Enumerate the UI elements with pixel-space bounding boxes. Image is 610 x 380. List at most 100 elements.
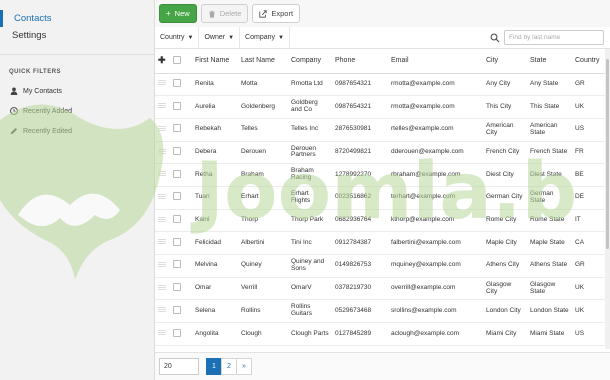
drag-handle-icon[interactable] xyxy=(158,125,166,131)
table-row[interactable]: Melvina Quiney Quiney and Sons 0149826753 mq… xyxy=(155,254,605,278)
country-filter-dropdown[interactable]: Country ▼ xyxy=(155,26,200,49)
search-input[interactable] xyxy=(504,30,604,45)
table-row[interactable]: Renita Motta Rmotta Ltd 0987654321 rmotta@ex… xyxy=(155,73,605,97)
select-all-checkbox[interactable] xyxy=(173,55,181,64)
drag-handle-icon[interactable] xyxy=(158,330,166,335)
drag-handle-icon[interactable] xyxy=(158,239,166,245)
column-header[interactable]: Company xyxy=(288,49,332,74)
table-cell: OmarV xyxy=(288,277,332,301)
row-checkbox[interactable] xyxy=(173,305,181,314)
table-cell: UK xyxy=(572,95,605,119)
column-header[interactable]: Last Name xyxy=(238,49,288,74)
table-row[interactable]: Kaini Thorp Thorp Park 0682936764 kthorp@exa… xyxy=(155,209,605,233)
table-cell: Rebekah xyxy=(192,118,238,142)
drag-handle-icon[interactable] xyxy=(158,284,166,290)
filter-recently-edited[interactable]: Recently Edited xyxy=(0,121,154,141)
table-cell: Motta xyxy=(238,73,288,97)
search-icon[interactable] xyxy=(490,33,500,43)
table-cell: 0127845289 xyxy=(332,322,388,346)
drag-handle-icon[interactable] xyxy=(158,80,166,86)
table-cell: French State xyxy=(527,141,572,165)
table-cell: DE xyxy=(572,186,605,210)
row-checkbox[interactable] xyxy=(173,169,181,178)
table-cell: FR xyxy=(572,141,605,165)
table-cell: Renita xyxy=(192,73,238,97)
table-cell: Goldberg and Co xyxy=(288,95,332,119)
table-cell: GR xyxy=(572,73,605,97)
export-button[interactable]: Export xyxy=(252,4,301,23)
drag-handle-icon[interactable] xyxy=(158,171,166,177)
row-checkbox[interactable] xyxy=(173,328,181,337)
table-cell: Maple State xyxy=(527,231,572,255)
sidebar-item-settings[interactable]: Settings xyxy=(0,27,154,44)
drag-handle-cell xyxy=(155,345,170,349)
row-checkbox[interactable] xyxy=(173,283,181,292)
filter-my-contacts[interactable]: My Contacts xyxy=(0,81,154,101)
row-checkbox[interactable] xyxy=(173,78,181,87)
drag-handle-icon[interactable] xyxy=(158,103,166,109)
row-checkbox[interactable] xyxy=(173,147,181,155)
drag-handle-icon[interactable] xyxy=(158,216,166,222)
drag-handle-icon[interactable] xyxy=(158,193,166,199)
column-header[interactable]: Email xyxy=(388,49,483,74)
table-row[interactable]: Ardel HawaiiHawaii xyxy=(155,345,605,349)
table-cell: German City xyxy=(483,186,527,210)
table-cell: Braham xyxy=(238,163,288,187)
page-size-select[interactable]: 20 xyxy=(159,358,199,375)
table-cell: rmotta@example.com xyxy=(388,95,483,119)
column-header[interactable]: State xyxy=(527,49,572,74)
table-row[interactable]: Omar Verrill OmarV 0378219730 overrill@examp… xyxy=(155,277,605,301)
page-button[interactable]: 1 xyxy=(206,358,222,375)
table-row[interactable]: Felicidad Albertini Tini Inc 0912784387 falb… xyxy=(155,231,605,255)
filter-recently-added[interactable]: Recently Added xyxy=(0,101,154,121)
sidebar-item-contacts[interactable]: Contacts xyxy=(0,10,154,27)
table-cell: Diest State xyxy=(527,163,572,187)
table-cell: Telles xyxy=(238,118,288,142)
table-cell: 8720499821 xyxy=(332,141,388,165)
contacts-table: ✚ First Name Last Name Company Phone Ema… xyxy=(155,49,605,349)
page-button[interactable]: 2 xyxy=(221,358,237,375)
table-scrollbar[interactable] xyxy=(605,49,610,349)
row-select-cell xyxy=(170,186,192,210)
table-cell: Miami City xyxy=(483,322,527,346)
row-checkbox[interactable] xyxy=(173,215,181,224)
owner-filter-dropdown[interactable]: Owner ▼ xyxy=(199,26,241,49)
table-row[interactable]: Debera Derouen Derouen Partners 8720499821 d… xyxy=(155,141,605,165)
table-cell: Glasgow City xyxy=(483,277,527,301)
new-button[interactable]: + New xyxy=(159,4,197,23)
clock-icon xyxy=(9,107,18,116)
company-filter-dropdown[interactable]: Company ▼ xyxy=(240,26,290,49)
table-cell: Hawaii xyxy=(483,345,527,349)
table-row[interactable]: Rebekah Telles Telles Inc 2876530981 rtelles… xyxy=(155,118,605,142)
table-row[interactable]: Tuan Erhart Erhart Flights 0023516862 terhar… xyxy=(155,186,605,210)
table-cell: Kaini xyxy=(192,209,238,233)
table-cell: Rmotta Ltd xyxy=(288,73,332,97)
row-checkbox[interactable] xyxy=(173,260,181,269)
table-row[interactable]: Angolita Clough Clough Parts 0127845289 aclo… xyxy=(155,322,605,346)
drag-handle-icon[interactable] xyxy=(158,307,166,313)
column-header[interactable]: First Name xyxy=(192,49,238,74)
user-icon xyxy=(9,87,18,96)
column-header[interactable]: City xyxy=(483,49,527,74)
delete-label: Delete xyxy=(219,9,242,18)
column-header[interactable]: Phone xyxy=(332,49,388,74)
row-checkbox[interactable] xyxy=(173,192,181,201)
row-checkbox[interactable] xyxy=(173,124,181,133)
column-header[interactable]: Country xyxy=(572,49,605,74)
delete-button[interactable]: Delete xyxy=(200,4,249,23)
pencil-icon xyxy=(9,127,18,136)
table-row[interactable]: Aurelia Goldenberg Goldberg and Co 09876543… xyxy=(155,95,605,119)
filter-label: Recently Edited xyxy=(23,127,73,135)
plus-icon: ✚ xyxy=(158,55,166,66)
table-cell xyxy=(192,345,238,349)
drag-handle-icon[interactable] xyxy=(158,148,166,154)
table-cell: Glasgow State xyxy=(527,277,572,301)
row-checkbox[interactable] xyxy=(173,101,181,110)
table-row[interactable]: Retha Braham Braham Racing 1278992270 rbraha… xyxy=(155,163,605,187)
add-column-button[interactable]: ✚ xyxy=(155,49,170,74)
row-checkbox[interactable] xyxy=(173,237,181,246)
scrollbar-thumb[interactable] xyxy=(606,59,609,249)
drag-handle-icon[interactable] xyxy=(158,261,166,267)
table-row[interactable]: Selena Rollins Rollins Guitars 0529673468 sr… xyxy=(155,299,605,324)
next-page-button[interactable]: » xyxy=(236,358,252,375)
